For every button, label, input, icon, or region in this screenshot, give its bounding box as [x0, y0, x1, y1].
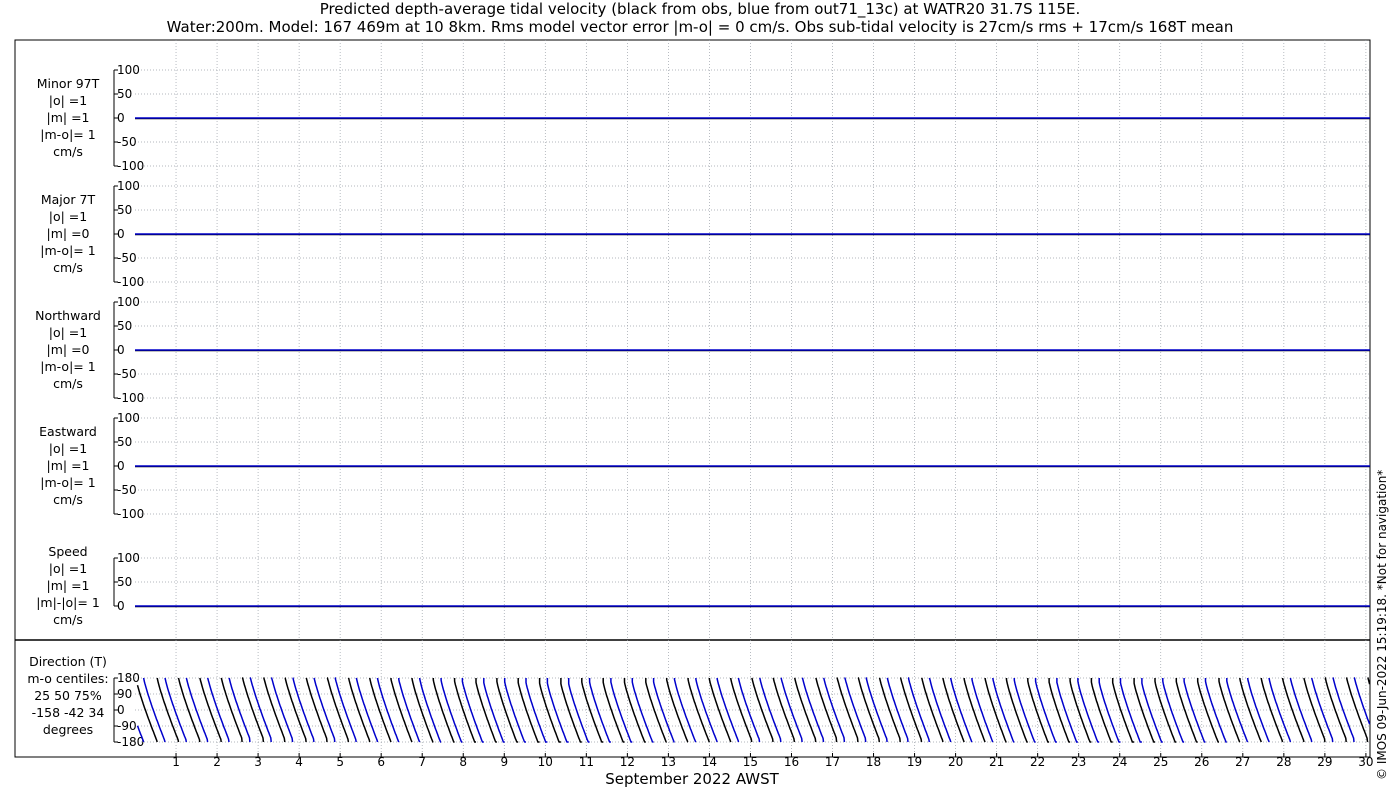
x-tick-label: 12 — [620, 755, 635, 769]
panel-1-y-tick-label: -100 — [117, 159, 144, 173]
panel-3-label-line: |m| =0 — [47, 342, 90, 357]
direction-y-tick-label: 0 — [117, 703, 125, 717]
panel-4-y-tick-label: 0 — [117, 459, 125, 473]
x-tick-label: 16 — [784, 755, 799, 769]
x-tick-label: 11 — [579, 755, 594, 769]
panel-1-y-tick-label: 0 — [117, 111, 125, 125]
panel-1-label-line: |m| =1 — [47, 110, 90, 125]
x-tick-label: 6 — [377, 755, 385, 769]
x-tick-label: 13 — [661, 755, 676, 769]
x-tick-label: 25 — [1153, 755, 1168, 769]
panel-1-label-line: |o| =1 — [49, 93, 87, 108]
direction-y-tick-label: -180 — [117, 735, 144, 749]
x-tick-label: 26 — [1194, 755, 1209, 769]
x-tick-label: 30 — [1358, 755, 1373, 769]
x-tick-label: 28 — [1276, 755, 1291, 769]
panel-3-y-tick-label: 50 — [117, 319, 132, 333]
panel-2-y-tick-label: 50 — [117, 203, 132, 217]
panel-2-label-line: |m| =0 — [47, 226, 90, 241]
panel-4-label-line: |m-o|= 1 — [40, 475, 95, 490]
panel-4-y-tick-label: -50 — [117, 483, 137, 497]
x-tick-label: 14 — [702, 755, 717, 769]
tidal-velocity-chart: 100500-50-100Minor 97T|o| =1|m| =1|m-o|=… — [14, 39, 1374, 788]
x-tick-label: 27 — [1235, 755, 1250, 769]
panel-4-y-tick-label: 100 — [117, 411, 140, 425]
x-tick-label: 23 — [1071, 755, 1086, 769]
x-tick-label: 2 — [213, 755, 221, 769]
panel-4-y-tick-label: -100 — [117, 507, 144, 521]
panel-2-label-line: |o| =1 — [49, 209, 87, 224]
panel-1-label-line: cm/s — [53, 144, 83, 159]
panel-1-y-tick-label: 50 — [117, 87, 132, 101]
x-tick-label: 1 — [172, 755, 180, 769]
x-tick-label: 10 — [538, 755, 553, 769]
panel-3-y-tick-label: -50 — [117, 367, 137, 381]
panel-3-label-line: |m-o|= 1 — [40, 359, 95, 374]
panel-4-label-line: |o| =1 — [49, 441, 87, 456]
x-axis-label: September 2022 AWST — [605, 770, 779, 788]
panel-5-y-tick-label: 100 — [117, 551, 140, 565]
x-tick-label: 22 — [1030, 755, 1045, 769]
panel-5-label-line: cm/s — [53, 612, 83, 627]
x-tick-label: 3 — [254, 755, 262, 769]
panel-1-y-tick-label: 100 — [117, 63, 140, 77]
panel-2-y-tick-label: 0 — [117, 227, 125, 241]
x-tick-label: 15 — [743, 755, 758, 769]
direction-y-tick-label: 180 — [117, 671, 140, 685]
direction-y-tick-label: -90 — [117, 719, 137, 733]
direction-label-line: Direction (T) — [29, 654, 107, 669]
panel-2-y-tick-label: -50 — [117, 251, 137, 265]
panel-4-label-line: |m| =1 — [47, 458, 90, 473]
x-tick-label: 20 — [948, 755, 963, 769]
x-tick-label: 29 — [1317, 755, 1332, 769]
x-tick-label: 19 — [907, 755, 922, 769]
x-tick-label: 5 — [336, 755, 344, 769]
panel-4-label-line: cm/s — [53, 492, 83, 507]
x-tick-label: 18 — [866, 755, 881, 769]
direction-y-tick-label: 90 — [117, 687, 132, 701]
panel-4-label-line: Eastward — [39, 424, 97, 439]
panel-5-label-line: Speed — [48, 544, 87, 559]
panel-5-label-line: |o| =1 — [49, 561, 87, 576]
panel-1-label-line: |m-o|= 1 — [40, 127, 95, 142]
x-tick-label: 4 — [295, 755, 303, 769]
outer-frame — [14, 39, 1371, 758]
panel-5-label-line: |m|-|o|= 1 — [36, 595, 100, 610]
x-tick-label: 21 — [989, 755, 1004, 769]
panel-1-y-tick-label: -50 — [117, 135, 137, 149]
panel-2-label-line: cm/s — [53, 260, 83, 275]
x-tick-label: 24 — [1112, 755, 1127, 769]
direction-label-line: m-o centiles: — [27, 671, 108, 686]
direction-label-line: -158 -42 34 — [32, 705, 105, 720]
panel-5-label-line: |m| =1 — [47, 578, 90, 593]
panel-3-label-line: Northward — [35, 308, 101, 323]
panel-1-label-line: Minor 97T — [37, 76, 100, 91]
panel-2-y-tick-label: -100 — [117, 275, 144, 289]
panel-5-y-tick-label: 50 — [117, 575, 132, 589]
panel-3-label-line: cm/s — [53, 376, 83, 391]
x-tick-label: 8 — [459, 755, 467, 769]
panel-2-label-line: |m-o|= 1 — [40, 243, 95, 258]
panel-2-label-line: Major 7T — [41, 192, 96, 207]
panel-5-y-tick-label: 0 — [117, 599, 125, 613]
direction-label-line: degrees — [43, 722, 93, 737]
direction-label-line: 25 50 75% — [34, 688, 102, 703]
x-tick-label: 9 — [500, 755, 508, 769]
panel-3-label-line: |o| =1 — [49, 325, 87, 340]
panel-3-y-tick-label: -100 — [117, 391, 144, 405]
x-tick-label: 7 — [418, 755, 426, 769]
panel-4-y-tick-label: 50 — [117, 435, 132, 449]
panel-2-y-tick-label: 100 — [117, 179, 140, 193]
panel-3-y-tick-label: 0 — [117, 343, 125, 357]
x-tick-label: 17 — [825, 755, 840, 769]
panel-3-y-tick-label: 100 — [117, 295, 140, 309]
copyright-notice: © IMOS 09-Jun-2022 15:19:18. *Not for na… — [1375, 469, 1389, 780]
